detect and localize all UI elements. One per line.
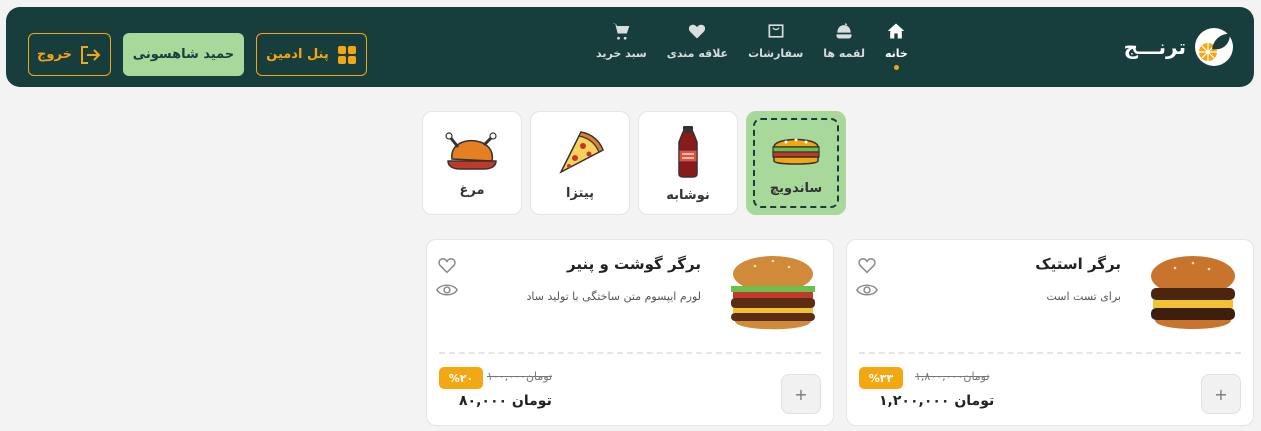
product-card-cheese-burger[interactable]: برگر گوشت و پنیر لورم ایپسوم متن ساختگی …: [426, 239, 834, 426]
category-sandwich[interactable]: ساندویچ: [746, 111, 846, 215]
food-icon: [836, 22, 852, 39]
dashboard-icon: [337, 45, 356, 64]
burger-image: [731, 256, 815, 330]
brand-logo-icon: [1195, 28, 1233, 66]
card-divider: [439, 352, 821, 354]
active-indicator: [893, 65, 899, 70]
discount-badge: %۲۰: [439, 367, 483, 389]
category-pizza[interactable]: پیتزا: [530, 111, 630, 215]
nav-cart[interactable]: سبد خرید: [596, 21, 647, 60]
nav-foods[interactable]: لقمه ها: [823, 21, 865, 60]
logout-label: خروج: [37, 47, 72, 62]
category-label: ساندویچ: [769, 180, 823, 196]
plus-icon: +: [1214, 384, 1228, 404]
chicken-icon: [445, 131, 497, 170]
cart-icon: [613, 23, 630, 40]
view-icon[interactable]: [856, 282, 878, 298]
price: ۱,۲۰۰,۰۰۰ تومان: [879, 393, 995, 409]
category-label: نوشابه: [666, 187, 710, 203]
product-card-steak-burger[interactable]: برگر استیک برای تست است %۳۳ ۱,۸۰۰,۰۰۰توم…: [846, 239, 1254, 426]
product-description: لورم ایپسوم متن ساختگی با تولید ساد: [526, 290, 701, 303]
admin-panel-label: پنل ادمین: [266, 47, 329, 62]
heart-icon: [689, 24, 706, 39]
brand[interactable]: ترنـــج: [1124, 27, 1234, 67]
product-title: برگر گوشت و پنیر: [567, 255, 701, 273]
add-to-cart-button[interactable]: +: [1201, 374, 1241, 414]
logout-button[interactable]: خروج: [28, 33, 111, 76]
favorite-icon[interactable]: [857, 256, 877, 274]
card-divider: [859, 352, 1241, 354]
orders-icon: [768, 24, 784, 38]
brand-name: ترنـــج: [1123, 35, 1186, 59]
user-profile-button[interactable]: حمید شاهسونی: [123, 33, 244, 76]
soda-icon: [678, 125, 698, 178]
nav-cart-label: سبد خرید: [596, 47, 647, 60]
product-description: برای تست است: [1046, 290, 1121, 303]
nav-foods-label: لقمه ها: [823, 47, 865, 60]
nav-home-label: خانه: [884, 47, 908, 60]
view-icon[interactable]: [436, 282, 458, 298]
sandwich-icon: [772, 138, 820, 165]
admin-panel-button[interactable]: پنل ادمین: [256, 33, 367, 76]
pizza-icon: [559, 130, 604, 174]
burger-image: [1151, 256, 1235, 329]
nav-orders-label: سفارشات: [748, 47, 804, 60]
price: ۸۰,۰۰۰ تومان: [459, 393, 552, 409]
category-chicken[interactable]: مرغ: [422, 111, 522, 215]
product-title: برگر استیک: [1035, 255, 1121, 273]
favorite-icon[interactable]: [437, 256, 457, 274]
nav-favorites[interactable]: علاقه مندی: [667, 21, 728, 60]
category-label: مرغ: [459, 182, 485, 198]
category-soda[interactable]: نوشابه: [638, 111, 738, 215]
category-label: پیتزا: [565, 185, 595, 201]
top-navbar: ترنـــج خانه لقمه ها سفارشات علاقه مندی: [6, 7, 1254, 87]
add-to-cart-button[interactable]: +: [781, 374, 821, 414]
nav-favorites-label: علاقه مندی: [666, 47, 729, 60]
old-price: ۱۰۰,۰۰۰تومان: [487, 370, 553, 383]
user-name: حمید شاهسونی: [132, 47, 235, 62]
nav-orders[interactable]: سفارشات: [748, 21, 803, 60]
home-icon: [888, 23, 905, 39]
main-nav: خانه لقمه ها سفارشات علاقه مندی سبد خرید: [596, 21, 908, 70]
plus-icon: +: [794, 384, 808, 404]
discount-badge: %۳۳: [859, 367, 903, 389]
nav-home[interactable]: خانه: [884, 21, 908, 70]
old-price: ۱,۸۰۰,۰۰۰تومان: [915, 370, 990, 383]
logout-icon: [80, 45, 101, 64]
